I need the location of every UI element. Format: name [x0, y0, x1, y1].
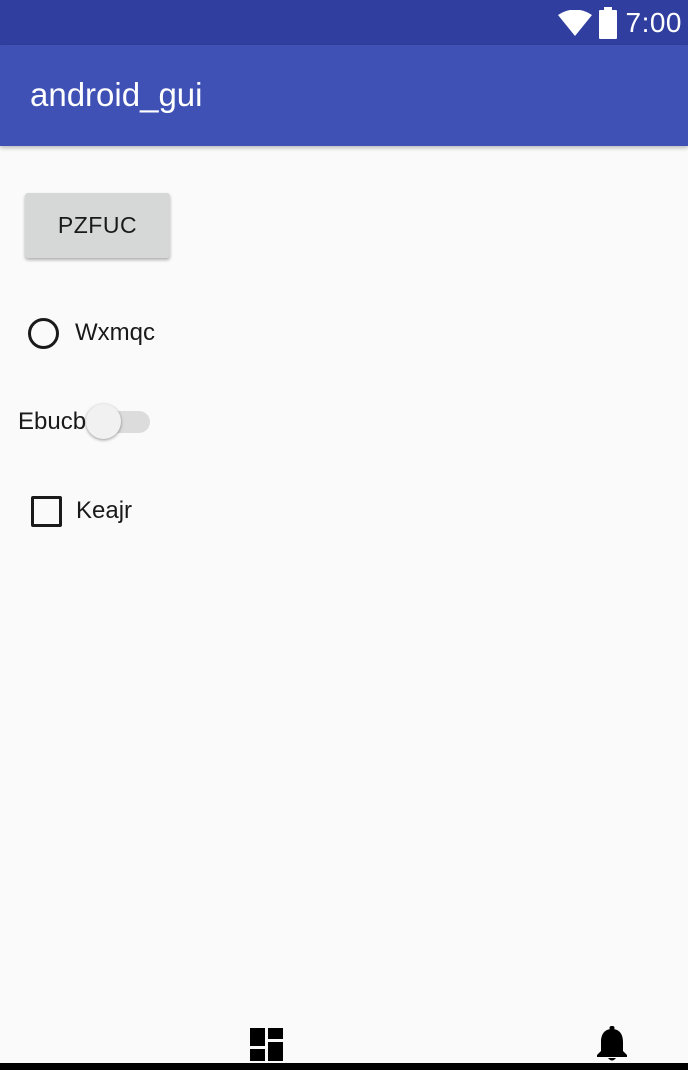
switch-row-ebucb[interactable]: Ebucb: [18, 402, 152, 442]
switch-thumb[interactable]: [86, 404, 122, 439]
checkbox-icon[interactable]: [31, 495, 62, 527]
checkbox-label: Keajr: [76, 497, 133, 524]
switch-label: Ebucb: [18, 408, 87, 435]
bell-icon[interactable]: [596, 1026, 628, 1062]
status-bar: 7:00: [0, 0, 688, 45]
dashboard-icon[interactable]: [250, 1028, 283, 1061]
checkbox-option-keajr[interactable]: Keajr: [31, 491, 132, 531]
app-title: android_gui: [30, 76, 203, 113]
app-bar: android_gui: [0, 45, 688, 146]
radio-label: Wxmqc: [75, 319, 155, 346]
battery-icon: [598, 6, 617, 39]
radio-option-wxmqc[interactable]: Wxmqc: [28, 313, 155, 353]
radio-button-icon[interactable]: [28, 317, 59, 349]
status-icons: 7:00: [557, 0, 683, 45]
pzfuc-button[interactable]: PZFUC: [25, 193, 170, 258]
wifi-icon: [557, 9, 592, 36]
toggle-switch[interactable]: [86, 402, 152, 442]
bottom-edge: [0, 1063, 688, 1070]
status-clock: 7:00: [625, 6, 682, 38]
